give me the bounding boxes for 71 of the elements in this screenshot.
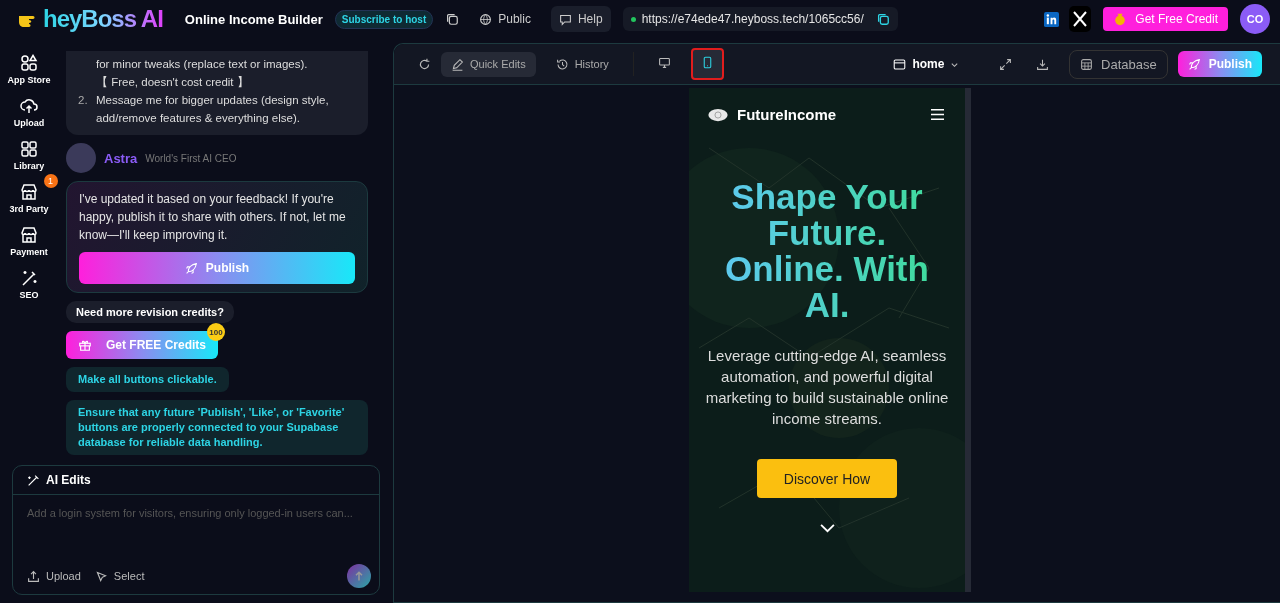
store-icon [20, 183, 38, 201]
upload-icon [27, 569, 40, 583]
suggestion-chip[interactable]: Ensure that any future 'Publish', 'Like', or 'Favorite' buttons are properly connected to your Supabase database for reliable data handling. [66, 400, 368, 455]
copy-icon[interactable] [445, 12, 460, 26]
monitor-icon [657, 56, 671, 69]
mobile-view-button[interactable] [690, 48, 724, 80]
pencil-icon [451, 57, 464, 71]
sidebar-item[interactable]: App Store [7, 54, 51, 85]
database-button[interactable]: Database [1069, 49, 1168, 79]
credits-question: Need more revision credits? [66, 301, 234, 323]
apps-icon [20, 54, 38, 72]
project-title: Online Income Builder [184, 11, 323, 27]
list-number: 2. [78, 93, 89, 108]
panel-title: AI Edits [46, 473, 91, 487]
credits-badge: 100 [207, 323, 226, 341]
url-text: https://e74ede47.heyboss.tech/1065cc56/ [641, 12, 864, 26]
history-icon [555, 57, 569, 71]
instruction-text: for minor tweaks (replace text or images). [96, 57, 308, 72]
discover-button[interactable]: Discover How [757, 459, 897, 498]
brand-name: FutureIncome [737, 106, 837, 123]
instruction-text: Message me for bigger updates (design style, add/remove features & everything else). [96, 93, 330, 126]
send-button[interactable] [347, 564, 371, 588]
subscribe-button[interactable]: Subscribe to host [334, 9, 434, 29]
suggestion-chip[interactable]: Make all buttons clickable. [66, 367, 229, 392]
menu-icon[interactable] [930, 108, 945, 121]
download-icon[interactable] [1036, 57, 1049, 71]
action-button[interactable]: Upload [27, 569, 81, 583]
copy-icon[interactable] [875, 12, 890, 26]
status-dot [630, 16, 636, 22]
history-button[interactable]: History [545, 51, 619, 77]
browser-window-icon [893, 57, 907, 71]
grid-icon [20, 140, 38, 158]
magic-wand-icon [27, 473, 40, 487]
sidebar-item[interactable]: Upload [13, 97, 45, 128]
action-button[interactable]: Select [94, 569, 145, 583]
x-logo-icon[interactable] [1069, 6, 1092, 32]
expand-icon[interactable] [999, 57, 1012, 71]
visibility-button[interactable]: Public [471, 6, 539, 32]
magic-wand-icon [20, 269, 38, 287]
cursor-icon [94, 569, 108, 583]
rocket-icon [1187, 57, 1201, 71]
url-field[interactable]: https://e74ede47.heyboss.tech/1065cc56/ [622, 7, 898, 31]
logo-icon [707, 107, 729, 122]
store-icon [20, 226, 38, 244]
globe-icon [479, 12, 493, 26]
chat-bubble-icon [558, 12, 572, 26]
rocket-icon [184, 261, 198, 275]
reply-text: I've updated it based on your feedback! If you're happy, publish it to share with others. If not, let me know—I'll keep improving it. [79, 191, 347, 244]
hero-subtitle: Leverage cutting-edge AI, seamless automation, and powerful digital marketing to build sustainable online income streams. [704, 346, 950, 429]
gift-icon [78, 338, 92, 352]
notification-badge: 1 [43, 174, 58, 188]
cloud-upload-icon [20, 97, 38, 115]
instruction-note: 【 Free, doesn't cost credit 】 [96, 75, 250, 90]
quick-edits-button[interactable]: Quick Edits [441, 51, 536, 77]
refresh-icon[interactable] [418, 57, 431, 71]
agent-role: World's First AI CEO [145, 152, 237, 164]
page-selector[interactable]: home [887, 56, 966, 72]
agent-avatar [66, 143, 96, 173]
table-icon [1080, 57, 1093, 71]
chevron-down-icon[interactable] [818, 523, 836, 534]
user-avatar[interactable]: CO [1240, 4, 1270, 34]
prompt-input[interactable]: Add a login system for visitors, ensuring only logged-in users can... [13, 495, 379, 564]
sidebar-item[interactable]: SEO [19, 269, 39, 300]
ai-edits-panel[interactable]: AI Edits Add a login system for visitors, ensuring only logged-in users can... Upload Select [12, 465, 380, 595]
sidebar-item[interactable]: Payment [10, 226, 48, 257]
linkedin-icon[interactable] [1044, 11, 1060, 27]
money-bag-icon [1113, 12, 1128, 26]
agent-name: Astra [104, 150, 138, 166]
help-button[interactable]: Help [550, 6, 611, 32]
arrow-up-icon [353, 570, 365, 582]
sidebar-item[interactable]: Library [13, 140, 45, 171]
